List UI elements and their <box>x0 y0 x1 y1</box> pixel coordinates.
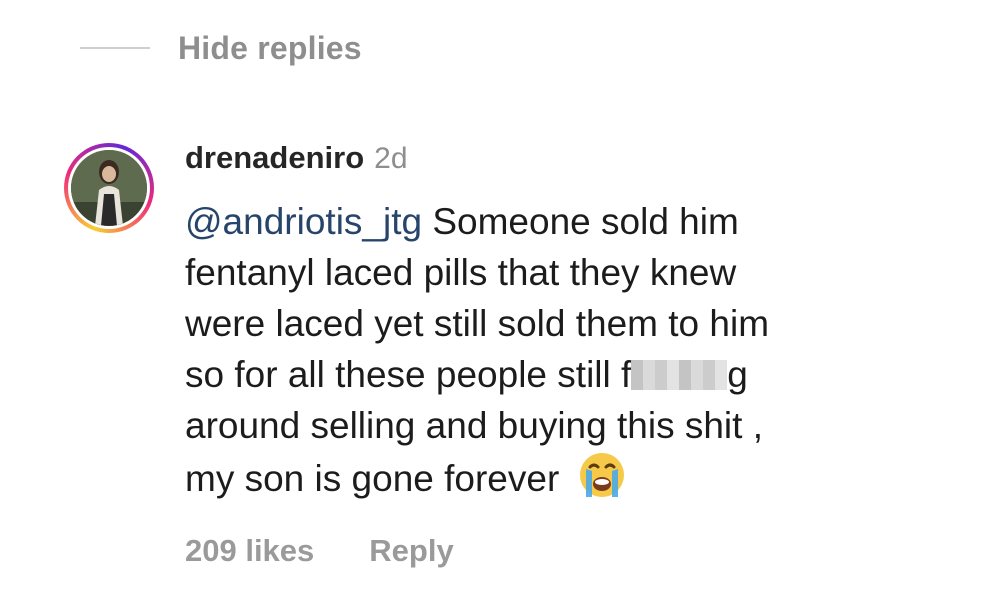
censor-blur <box>631 360 728 390</box>
comment-line-text: my son is gone forever <box>185 458 560 499</box>
reply-button[interactable]: Reply <box>369 533 453 569</box>
hide-replies-label: Hide replies <box>178 29 362 66</box>
comment-line: around selling and buying this shit , <box>185 405 763 446</box>
avatar[interactable] <box>64 143 154 233</box>
comment-line-text: g <box>727 354 748 395</box>
avatar-photo <box>71 150 147 226</box>
comment-header: drenadeniro 2d <box>185 140 965 184</box>
comment-line-text: Someone sold him <box>432 201 739 242</box>
comment-text: @andriotis_jtg Someone sold him fentanyl… <box>185 196 965 512</box>
comment-timestamp: 2d <box>374 142 408 175</box>
loudly-crying-face-icon <box>578 451 626 512</box>
comment: drenadeniro 2d @andriotis_jtg Someone so… <box>185 140 965 512</box>
comment-line: so for all these people still f g <box>185 349 965 400</box>
hide-replies-button[interactable]: Hide replies <box>80 26 362 70</box>
person-photo-icon <box>71 150 147 226</box>
comment-line: @andriotis_jtg Someone sold him <box>185 196 965 247</box>
comment-line: fentanyl laced pills that they knew <box>185 252 737 293</box>
comment-line: were laced yet still sold them to him <box>185 303 770 344</box>
comment-line-text: so for all these people still f <box>185 354 632 395</box>
replies-divider-line <box>80 47 150 49</box>
likes-count[interactable]: 209 likes <box>185 533 314 569</box>
comment-meta: 209 likes Reply <box>185 526 454 576</box>
mention-link[interactable]: @andriotis_jtg <box>185 201 422 242</box>
comment-username[interactable]: drenadeniro <box>185 140 364 176</box>
comment-line: my son is gone forever <box>185 451 965 512</box>
